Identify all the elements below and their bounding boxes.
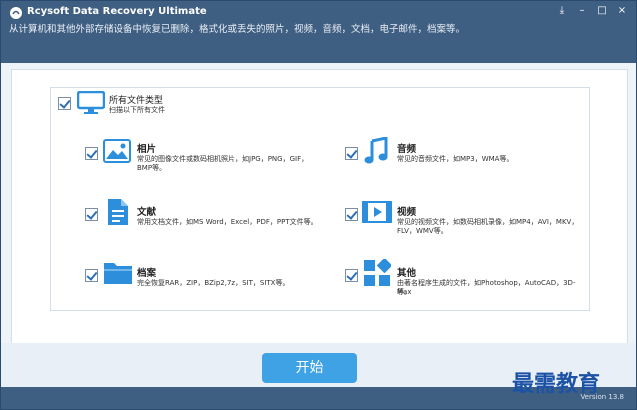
others-desc-2: 等。: [397, 288, 411, 296]
audio-desc-1: 常见的音频文件，如MP3，WMA等。: [397, 155, 514, 163]
archives-title: 档案: [137, 268, 157, 279]
maximize-button[interactable]: □: [594, 4, 610, 18]
documents-checkbox[interactable]: [85, 208, 98, 221]
documents-title: 文献: [137, 207, 157, 218]
document-icon: [108, 199, 128, 225]
folder-icon: [104, 263, 132, 284]
file-type-panel: 所有文件类型 扫描以下所有文件 相片 常见的图像文件或数码相机照片，如JPG，P…: [50, 87, 590, 311]
close-button[interactable]: ×: [614, 4, 630, 18]
app-logo-icon: [10, 7, 22, 19]
documents-desc-1: 常用文档文件，如MS Word，Excel，PDF，PPT文件等。: [137, 218, 318, 226]
video-checkbox[interactable]: [345, 208, 358, 221]
monitor-icon: [77, 91, 105, 114]
others-checkbox[interactable]: [345, 269, 358, 282]
photos-checkbox[interactable]: [85, 147, 98, 160]
archives-checkbox[interactable]: [85, 269, 98, 282]
photos-desc-1: 常见的图像文件或数码相机照片，如JPG，PNG，GIF，: [137, 155, 309, 163]
watermark-text: 最需教育: [512, 371, 601, 397]
video-desc-1: 常见的视频文件，如数码相机录像，如MP4，AVI，MKV，: [397, 218, 579, 226]
title-bar: Rcysoft Data Recovery Ultimate 从计算机和其他外部…: [1, 1, 636, 63]
download-icon[interactable]: ⤓: [554, 4, 570, 18]
video-icon: [362, 201, 392, 223]
apps-icon: [364, 259, 391, 286]
others-title: 其他: [397, 268, 417, 279]
archives-desc-1: 完全恢复RAR，ZIP，BZip2,7z，SIT，SITX等。: [137, 279, 290, 287]
start-button[interactable]: 开始: [262, 353, 357, 383]
all-types-label: 所有文件类型: [109, 96, 164, 106]
app-title: Rcysoft Data Recovery Ultimate: [27, 6, 207, 17]
all-types-desc: 扫描以下所有文件: [109, 106, 165, 114]
all-types-checkbox[interactable]: [58, 97, 71, 110]
video-desc-2: FLV，WMV等。: [397, 227, 448, 235]
app-window: Rcysoft Data Recovery Ultimate 从计算机和其他外部…: [0, 0, 637, 410]
audio-title: 音频: [397, 144, 417, 155]
image-icon: [103, 139, 131, 163]
audio-checkbox[interactable]: [345, 147, 358, 160]
music-icon: [364, 137, 388, 164]
main-content: 所有文件类型 扫描以下所有文件 相片 常见的图像文件或数码相机照片，如JPG，P…: [11, 69, 628, 345]
app-subtitle: 从计算机和其他外部存储设备中恢复已删除，格式化或丢失的照片，视频，音频，文档，电…: [9, 24, 466, 35]
minimize-button[interactable]: –: [574, 4, 590, 18]
photos-desc-2: BMP等。: [137, 164, 167, 172]
photos-title: 相片: [137, 144, 157, 155]
others-desc-1: 由著名程序生成的文件，如Photoshop，AutoCAD，3D-Max: [397, 279, 576, 296]
video-title: 视频: [397, 207, 417, 218]
